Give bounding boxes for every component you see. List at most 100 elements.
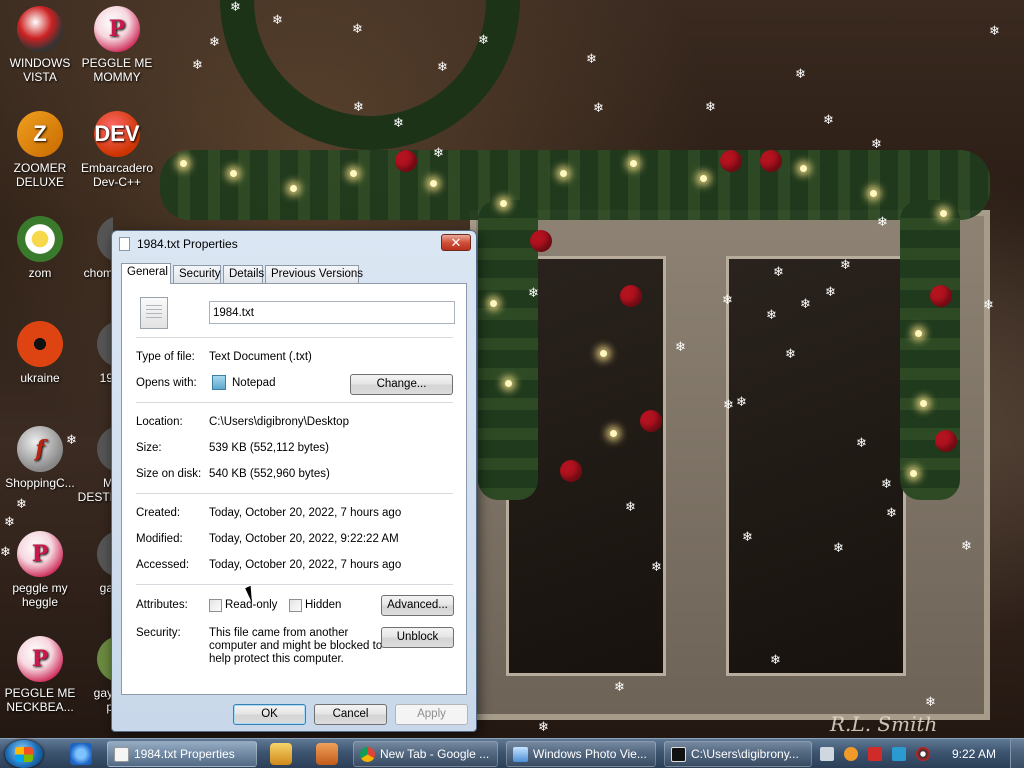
desktop-icon-label: ukraine	[20, 371, 60, 385]
cancel-button[interactable]: Cancel	[314, 704, 387, 725]
taskbar-button-properties[interactable]: 1984.txt Properties	[107, 741, 257, 767]
close-button[interactable]: ✕	[441, 234, 471, 251]
size-on-disk-label: Size on disk:	[136, 468, 202, 480]
size-label: Size:	[136, 442, 162, 454]
tab-label: Details	[229, 268, 265, 280]
modified-value: Today, October 20, 2022, 9:22:22 AM	[209, 533, 399, 545]
size-on-disk-value: 540 KB (552,960 bytes)	[209, 468, 330, 480]
network-icon[interactable]	[892, 747, 906, 761]
desktop-icon-label: chom	[83, 266, 113, 280]
document-icon	[119, 237, 130, 251]
security-label: Security:	[136, 627, 181, 639]
created-value: Today, October 20, 2022, 7 hours ago	[209, 507, 402, 519]
desktop-icon-gay[interactable]: gay p	[77, 636, 113, 714]
desktop-icon-zom[interactable]: zom	[0, 216, 80, 280]
flag-icon[interactable]	[868, 747, 882, 761]
filename-field[interactable]	[209, 301, 455, 324]
taskbar-button-7zip[interactable]: C:\Users\digibrony...	[664, 741, 812, 767]
taskbar-button-label: 1984.txt Properties	[134, 747, 235, 761]
desktop-icon-label: PEGGLE ME MOMMY	[81, 56, 153, 84]
volume-icon[interactable]	[916, 747, 930, 761]
tools-icon[interactable]	[820, 747, 834, 761]
desktop-icon-label: zom	[28, 266, 52, 280]
modified-label: Modified:	[136, 533, 183, 545]
desktop-icon-19[interactable]: 19	[77, 321, 113, 385]
tab-general[interactable]: General	[121, 263, 171, 284]
size-value: 539 KB (552,112 bytes)	[209, 442, 329, 454]
tab-label: Previous Versions	[271, 268, 364, 280]
chrome-icon	[360, 747, 375, 762]
title-bar[interactable]: 1984.txt Properties ✕	[112, 231, 476, 257]
desktop-icon-peggle-my-heggle[interactable]: P peggle my heggle	[0, 531, 80, 609]
garland-decoration	[160, 150, 990, 220]
desktop-icon-ukraine[interactable]: ukraine	[0, 321, 80, 385]
location-label: Location:	[136, 416, 183, 428]
document-icon	[114, 747, 129, 762]
security-text-line-1: This file came from another	[209, 627, 349, 639]
taskbar-button-label: New Tab - Google ...	[380, 747, 490, 761]
peggle-icon: P	[94, 6, 140, 52]
desktop-icon-ga[interactable]: ga	[77, 531, 113, 595]
notepad-icon	[212, 375, 226, 390]
flash-icon: f	[17, 426, 63, 472]
desktop-icon-peggle-me-neckbeard[interactable]: P PEGGLE ME NECKBEA...	[0, 636, 80, 714]
media-player-icon[interactable]	[270, 743, 292, 765]
change-button[interactable]: Change...	[350, 374, 453, 395]
taskbar-clock[interactable]: 9:22 AM	[952, 747, 996, 761]
desktop-icon-label: Embarcadero Dev-C++	[80, 161, 154, 189]
separator	[136, 402, 453, 403]
windows-vista-icon	[17, 6, 63, 52]
security-text-line-2: computer and might be blocked to	[209, 640, 383, 652]
seven-zip-icon	[671, 747, 686, 762]
close-icon: ✕	[450, 235, 462, 250]
desktop-icon-label: ShoppingC...	[5, 476, 75, 490]
accessed-value: Today, October 20, 2022, 7 hours ago	[209, 559, 402, 571]
tab-security[interactable]: Security	[173, 265, 221, 283]
wreath-decoration	[220, 0, 520, 150]
hidden-label[interactable]: Hidden	[305, 599, 341, 611]
paint-icon[interactable]	[316, 743, 338, 765]
photo-viewer-icon	[513, 747, 528, 762]
show-desktop-button[interactable]	[1010, 739, 1024, 768]
apply-button[interactable]: Apply	[395, 704, 468, 725]
advanced-button[interactable]: Advanced...	[381, 595, 454, 616]
unblock-button[interactable]: Unblock	[381, 627, 454, 648]
type-of-file-value: Text Document (.txt)	[209, 351, 312, 363]
desktop-icon-windows-vista[interactable]: WINDOWS VISTA	[0, 6, 80, 84]
desktop-icon-zoomer-deluxe[interactable]: Z ZOOMER DELUXE	[0, 111, 80, 189]
internet-explorer-icon[interactable]	[70, 743, 92, 765]
taskbar-button-label: C:\Users\digibrony...	[691, 747, 799, 761]
start-button[interactable]	[5, 740, 43, 768]
zoomer-icon: Z	[17, 111, 63, 157]
hidden-checkbox[interactable]	[289, 599, 302, 612]
desktop-icon-chom[interactable]: chom	[77, 216, 113, 280]
text-file-icon	[140, 297, 168, 329]
taskbar-button-label: Windows Photo Vie...	[533, 747, 647, 761]
garland-right	[900, 200, 960, 500]
accessed-label: Accessed:	[136, 559, 190, 571]
desktop-icon-label: peggle my heggle	[12, 581, 68, 609]
search-icon[interactable]	[844, 747, 858, 761]
desktop-icon-peggle-me-mommy[interactable]: P PEGGLE ME MOMMY	[77, 6, 157, 84]
desktop-icon-shopping[interactable]: f ShoppingC...	[0, 426, 80, 490]
desktop-icon-destiny[interactable]: M DESTI	[77, 426, 113, 504]
ok-button[interactable]: OK	[233, 704, 306, 725]
read-only-checkbox[interactable]	[209, 599, 222, 612]
type-of-file-label: Type of file:	[136, 351, 195, 363]
tab-previous-versions[interactable]: Previous Versions	[265, 265, 363, 283]
taskbar-button-chrome[interactable]: New Tab - Google ...	[353, 741, 498, 767]
taskbar-button-photo-viewer[interactable]: Windows Photo Vie...	[506, 741, 656, 767]
desktop-icon-label: gay p	[93, 686, 113, 714]
peggle-icon: P	[17, 531, 63, 577]
created-label: Created:	[136, 507, 181, 519]
tab-label: General	[127, 266, 168, 278]
desktop-icon-label: ga	[99, 581, 113, 595]
separator	[136, 493, 453, 494]
tab-details[interactable]: Details	[223, 265, 265, 283]
garland-left	[478, 200, 538, 500]
desktop-icon-label: 19	[99, 371, 113, 385]
desktop-icon-embarcadero-dev-cpp[interactable]: DEV Embarcadero Dev-C++	[77, 111, 157, 189]
opens-with-value: Notepad	[232, 377, 276, 389]
separator	[136, 584, 453, 585]
flower-icon	[17, 216, 63, 262]
